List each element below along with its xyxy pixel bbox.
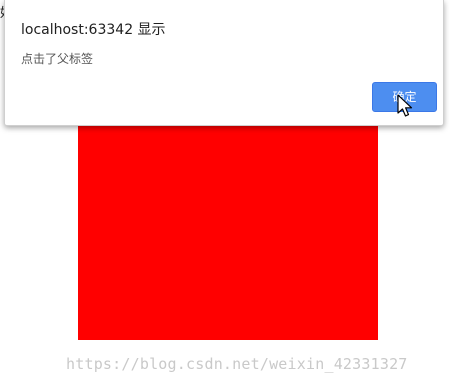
web-page: 好 localhost:63342 显示 点击了父标签 确定 https://b… [0,0,450,387]
red-box-element[interactable] [78,124,378,340]
alert-dialog: localhost:63342 显示 点击了父标签 确定 [4,0,444,126]
dialog-title: localhost:63342 显示 [21,22,166,38]
watermark-url: https://blog.csdn.net/weixin_42331327 [66,355,408,373]
dialog-message: 点击了父标签 [21,52,94,66]
mouse-pointer-icon [397,94,413,117]
